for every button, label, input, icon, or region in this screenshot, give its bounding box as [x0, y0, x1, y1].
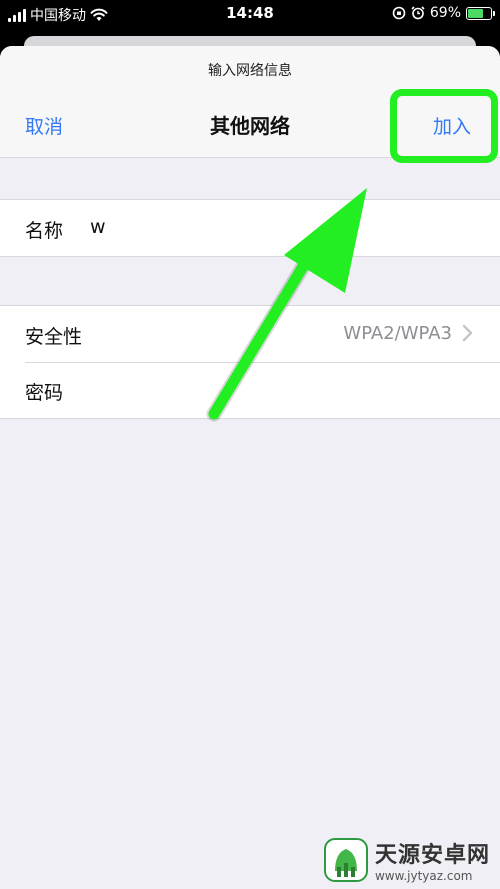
watermark-name: 天源安卓网 [374, 843, 490, 868]
sheet-header: 输入网络信息 取消 其他网络 加入 [0, 46, 500, 163]
battery-fill [468, 8, 484, 18]
highlight-box [390, 89, 498, 163]
password-label: 密码 [25, 382, 64, 404]
name-group: 名称 w [0, 199, 500, 257]
orientation-lock-icon [392, 6, 406, 20]
battery-percent: 69% [429, 5, 461, 21]
security-group: 安全性 WPA2/WPA3 密码 [0, 305, 500, 419]
security-label: 安全性 [25, 326, 83, 348]
alarm-icon [411, 6, 425, 20]
other-network-sheet: 输入网络信息 取消 其他网络 加入 名称 w 安全性 WPA2/WPA3 密码 [0, 46, 500, 889]
battery-charging-icon [466, 6, 495, 20]
password-row[interactable]: 密码 [0, 362, 500, 418]
name-label: 名称 [25, 220, 64, 242]
chevron-right-icon [462, 324, 473, 342]
status-right: 69% [392, 5, 495, 21]
watermark-text: 天源安卓网 www.jytyaz.com [375, 837, 490, 883]
security-row[interactable]: 安全性 WPA2/WPA3 [0, 306, 500, 362]
name-row[interactable]: 名称 w [0, 200, 500, 256]
watermark: 天源安卓网 www.jytyaz.com [323, 837, 490, 883]
watermark-url: www.jytyaz.com [374, 869, 473, 883]
status-bar: 中国移动 14:48 69% [0, 0, 500, 28]
sheet-prompt: 输入网络信息 [208, 63, 292, 79]
name-input[interactable]: w [90, 216, 106, 238]
watermark-logo-icon [323, 838, 368, 882]
security-value: WPA2/WPA3 [343, 323, 452, 344]
